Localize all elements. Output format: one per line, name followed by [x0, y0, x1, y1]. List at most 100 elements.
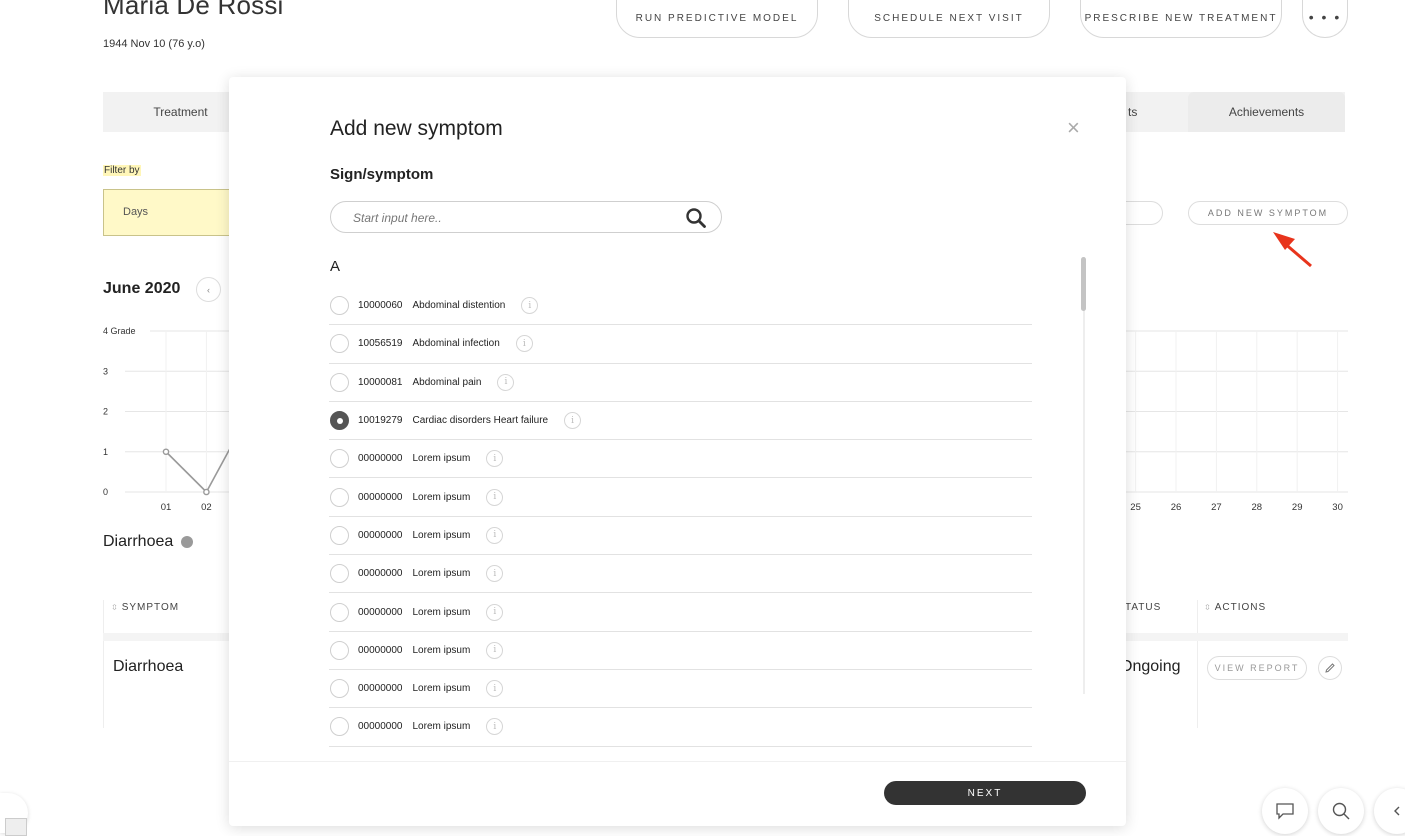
- x-tick-label: 28: [1252, 502, 1263, 513]
- column-header-status-label: TATUS: [1125, 602, 1162, 613]
- symptom-code: 00000000: [358, 683, 403, 695]
- footer-divider: [229, 761, 1126, 762]
- close-icon[interactable]: ×: [1067, 117, 1080, 139]
- symptom-label: Lorem ipsum: [412, 606, 471, 618]
- info-icon[interactable]: i: [564, 412, 582, 430]
- list-item[interactable]: 00000000 Lorem ipsum i: [329, 593, 1032, 632]
- scrollbar-thumb[interactable]: [1081, 257, 1086, 311]
- data-point[interactable]: [162, 448, 170, 456]
- list-item[interactable]: 10000081 Abdominal pain i: [329, 364, 1032, 402]
- search-input[interactable]: [353, 209, 673, 227]
- radio-button[interactable]: [330, 602, 349, 622]
- info-icon[interactable]: i: [521, 297, 539, 315]
- symptom-label: Lorem ipsum: [412, 721, 471, 733]
- symptom-code: 00000000: [358, 606, 403, 618]
- legend-label: Diarrhoea: [103, 533, 174, 550]
- symptom-list: 10000060 Abdominal distention i 10056519 Abd…: [329, 287, 1032, 747]
- radio-button[interactable]: [330, 372, 349, 392]
- legend-dot-icon: [181, 536, 194, 548]
- view-report-button[interactable]: VIEW REPORT: [1207, 656, 1307, 680]
- list-item[interactable]: 10019279 Cardiac disorders Heart failure i: [329, 402, 1032, 441]
- info-icon[interactable]: i: [486, 526, 504, 544]
- radio-button[interactable]: [330, 411, 349, 431]
- x-tick-label: 25: [1130, 502, 1141, 513]
- symptom-label: Lorem ipsum: [412, 568, 471, 580]
- x-tick-label: 27: [1211, 502, 1222, 513]
- symptom-label: Lorem ipsum: [412, 644, 471, 656]
- radio-button[interactable]: [330, 487, 349, 507]
- next-button[interactable]: NEXT: [884, 781, 1086, 805]
- y-tick-label: 3: [103, 366, 108, 376]
- x-tick-label: 01: [161, 502, 172, 513]
- symptom-code: 00000000: [358, 644, 403, 656]
- info-icon[interactable]: i: [497, 373, 515, 391]
- radio-button[interactable]: [330, 564, 349, 584]
- search-fab-icon[interactable]: [1318, 788, 1364, 834]
- list-item[interactable]: 00000000 Lorem ipsum i: [329, 440, 1032, 479]
- sort-icon: ⇳: [1204, 602, 1212, 612]
- symptom-code: 10056519: [358, 338, 403, 350]
- symptom-label: Lorem ipsum: [412, 529, 471, 541]
- list-item[interactable]: 10056519 Abdominal infection i: [329, 325, 1032, 364]
- symptom-code: 10000060: [358, 300, 403, 312]
- column-divider: [1197, 600, 1198, 728]
- list-item[interactable]: 00000000 Lorem ipsum i: [329, 478, 1032, 517]
- info-icon[interactable]: i: [486, 565, 504, 583]
- list-item[interactable]: 00000000 Lorem ipsum i: [329, 708, 1032, 747]
- radio-button[interactable]: [330, 679, 349, 699]
- modal-subtitle: Sign/symptom: [330, 166, 434, 183]
- symptom-code: 00000000: [358, 529, 403, 541]
- radio-button[interactable]: [330, 334, 349, 354]
- column-header-symptom[interactable]: ⇳ SYMPTOM: [111, 602, 179, 613]
- list-item[interactable]: 00000000 Lorem ipsum i: [329, 632, 1032, 670]
- x-tick-label: 29: [1292, 502, 1303, 513]
- symptom-label: Lorem ipsum: [412, 683, 471, 695]
- column-header-actions[interactable]: ⇳ ACTIONS: [1204, 602, 1266, 613]
- info-icon[interactable]: i: [486, 450, 504, 468]
- list-item[interactable]: 00000000 Lorem ipsum i: [329, 670, 1032, 709]
- corner-widget[interactable]: [5, 818, 27, 836]
- radio-button[interactable]: [330, 525, 349, 545]
- info-icon[interactable]: i: [486, 718, 504, 736]
- sort-icon: ⇳: [111, 602, 119, 612]
- symptom-code: 10019279: [358, 415, 403, 427]
- data-point[interactable]: [203, 488, 210, 496]
- symptom-code: 00000000: [358, 491, 403, 503]
- symptom-label: Lorem ipsum: [412, 491, 471, 503]
- series-line: [165, 447, 232, 494]
- x-tick-label: 30: [1332, 502, 1343, 513]
- info-icon[interactable]: i: [486, 680, 504, 698]
- y-tick-label: 4 Grade: [103, 326, 136, 336]
- x-tick-label: 26: [1171, 502, 1182, 513]
- info-icon[interactable]: i: [486, 603, 504, 621]
- edit-icon[interactable]: [1318, 656, 1342, 680]
- column-header-symptom-label: SYMPTOM: [121, 602, 180, 613]
- list-item[interactable]: 00000000 Lorem ipsum i: [329, 555, 1032, 594]
- symptom-code: 00000000: [358, 721, 403, 733]
- alphabet-group-header: A: [330, 258, 341, 275]
- search-icon[interactable]: [685, 207, 707, 229]
- chat-icon[interactable]: [1262, 788, 1308, 834]
- table-cell-status: Ongoing: [1120, 658, 1181, 675]
- y-tick-label: 0: [103, 487, 108, 497]
- column-divider: [103, 600, 104, 728]
- info-icon[interactable]: i: [486, 641, 504, 659]
- info-icon[interactable]: i: [515, 335, 533, 353]
- radio-button[interactable]: [330, 296, 349, 316]
- add-symptom-modal: Add new symptom × Sign/symptom A 1000006…: [229, 77, 1126, 826]
- y-tick-label: 1: [103, 447, 108, 457]
- list-item[interactable]: 10000060 Abdominal distention i: [329, 287, 1032, 326]
- list-item[interactable]: 00000000 Lorem ipsum i: [329, 517, 1032, 556]
- radio-button[interactable]: [330, 449, 349, 469]
- info-icon[interactable]: i: [486, 488, 504, 506]
- x-tick-label: 02: [201, 502, 212, 513]
- chart-legend: Diarrhoea: [103, 533, 194, 551]
- modal-title: Add new symptom: [330, 117, 503, 140]
- scrollbar-track[interactable]: [1083, 257, 1085, 694]
- column-header-actions-label: ACTIONS: [1214, 602, 1267, 613]
- symptom-label: Abdominal distention: [412, 300, 506, 312]
- radio-button[interactable]: [330, 717, 349, 737]
- column-header-status[interactable]: TATUS: [1125, 602, 1161, 613]
- symptom-label: Lorem ipsum: [412, 453, 471, 465]
- radio-button[interactable]: [330, 640, 349, 660]
